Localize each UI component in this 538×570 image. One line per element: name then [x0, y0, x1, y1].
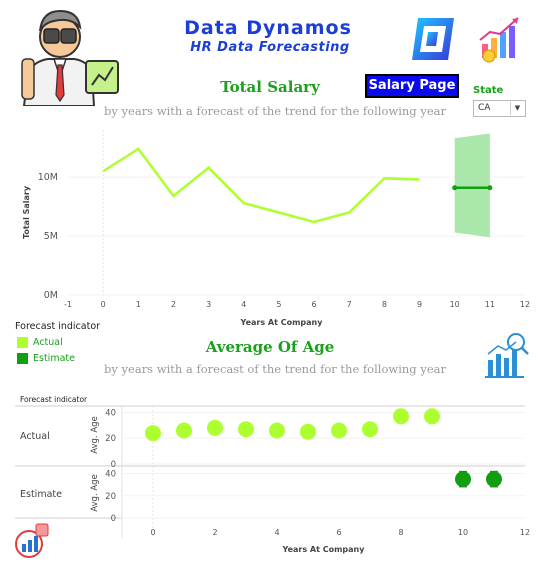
x-tick-label: 9	[417, 300, 422, 309]
legend-swatch-estimate	[17, 353, 28, 364]
age-section-subtitle: by years with a forecast of the trend fo…	[104, 362, 446, 376]
legend-item-actual: Actual	[17, 337, 63, 348]
legend-swatch-actual	[17, 337, 28, 348]
actual-salary-line	[102, 147, 420, 224]
salary-section-title: Total Salary	[220, 78, 320, 96]
y-tick-label: 0M	[44, 290, 58, 301]
age-section-title: Average Of Age	[205, 338, 335, 356]
data-report-icon	[10, 522, 50, 560]
age-point-actual	[393, 408, 409, 425]
age-point-actual	[176, 422, 192, 439]
state-filter-label: State	[473, 85, 504, 96]
x-tick-label: 0	[150, 528, 155, 537]
x-tick-label: 10	[458, 528, 468, 537]
legend-label-estimate: Estimate	[33, 353, 75, 364]
analytics-magnifier-icon	[480, 330, 532, 380]
y-axis-title: Avg. Age	[90, 474, 100, 512]
y-tick-label: 40	[105, 470, 116, 480]
forecast-prediction-band	[454, 133, 490, 238]
age-point-actual	[269, 422, 285, 439]
company-logo	[408, 14, 458, 64]
age-point-actual	[238, 421, 254, 438]
x-tick-label: 4	[274, 528, 279, 537]
average-age-chart: Forecast indicator Actual Avg. Age 0 20 40 Est…	[0, 388, 538, 566]
age-point-actual	[207, 419, 223, 436]
estimate-salary-point	[452, 185, 458, 191]
age-point-estimate	[486, 471, 502, 488]
x-tick-label: 4	[241, 300, 246, 309]
age-point-actual	[145, 425, 161, 442]
dropdown-arrow-icon[interactable]: ▼	[510, 102, 524, 115]
row-header-label: Forecast indicator	[20, 395, 88, 404]
age-point-actual	[331, 422, 347, 439]
y-tick-label: 10M	[38, 172, 58, 183]
x-tick-label: 11	[485, 300, 495, 309]
salary-section-subtitle: by years with a forecast of the trend fo…	[104, 104, 446, 118]
businessman-binoculars-illustration	[14, 3, 120, 107]
row-label-actual: Actual	[20, 431, 50, 442]
growth-chart-icon	[474, 14, 526, 64]
x-tick-label: 7	[347, 300, 352, 309]
estimate-salary-point	[487, 185, 493, 191]
y-tick-label: 5M	[44, 231, 58, 242]
state-filter-value: CA	[478, 103, 491, 113]
x-tick-label: 10	[450, 300, 460, 309]
x-tick-label: 12	[520, 300, 530, 309]
y-axis-title: Total Salary	[22, 185, 31, 239]
y-tick-label: 0	[111, 460, 116, 470]
y-tick-label: 20	[105, 492, 116, 502]
age-point-estimate	[455, 471, 471, 488]
row-label-estimate: Estimate	[20, 489, 62, 500]
legend-item-estimate: Estimate	[17, 353, 75, 364]
total-salary-chart: -1 0 1 2 3 4 5 6 7 8 9 10 11 12 0M 5M 10M Years At Compan…	[0, 120, 538, 330]
x-tick-label: 5	[276, 300, 281, 309]
x-tick-label: 6	[312, 300, 317, 309]
x-tick-label: 3	[206, 300, 211, 309]
y-tick-label: 0	[111, 514, 116, 524]
salary-page-button[interactable]: Salary Page	[365, 74, 459, 98]
x-tick-label: 6	[336, 528, 341, 537]
y-tick-label: 20	[105, 434, 116, 444]
legend-label-actual: Actual	[33, 337, 63, 348]
age-point-actual	[300, 423, 316, 440]
x-tick-label: 0	[101, 300, 106, 309]
y-tick-label: 40	[105, 408, 116, 418]
x-tick-label: 8	[382, 300, 387, 309]
legend-title: Forecast indicator	[15, 321, 101, 332]
x-tick-label: 12	[520, 528, 530, 537]
x-axis-title: Years At Company	[282, 545, 366, 554]
y-axis-title: Avg. Age	[90, 416, 100, 454]
age-point-actual	[424, 408, 440, 425]
app-title: Data Dynamos	[184, 17, 352, 39]
app-subtitle: HR Data Forecasting	[190, 40, 350, 55]
x-tick-label: 1	[136, 300, 141, 309]
x-axis-title: Years At Company	[240, 318, 324, 327]
x-tick-label: 8	[398, 528, 403, 537]
state-filter-dropdown[interactable]: CA ▼	[473, 100, 526, 117]
x-tick-label: 2	[171, 300, 176, 309]
age-point-actual	[362, 421, 378, 438]
x-tick-label: -1	[64, 300, 72, 309]
x-tick-label: 2	[212, 528, 217, 537]
